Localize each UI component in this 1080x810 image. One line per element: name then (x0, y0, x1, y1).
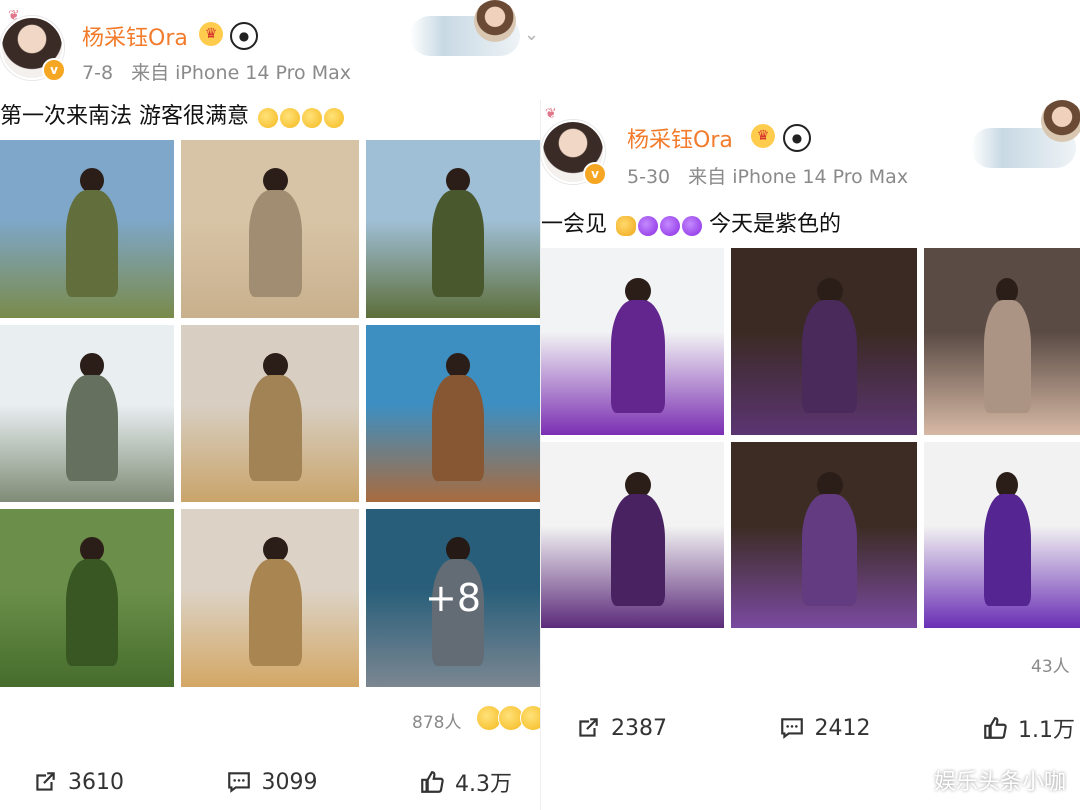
photo-thumbnail[interactable] (366, 325, 540, 502)
photo-thumbnail[interactable] (0, 140, 174, 318)
purple-heart-icon (682, 215, 703, 236)
comment-button[interactable]: 2412 (779, 712, 871, 744)
photo-thumbnail[interactable] (924, 248, 1080, 435)
user-name[interactable]: 杨采钰Ora (82, 20, 188, 52)
person-figure (983, 300, 1031, 413)
user-name[interactable]: 杨采钰Ora (627, 122, 733, 154)
wave-hand-emoji-icon (616, 215, 637, 236)
emoji-group (256, 105, 344, 130)
photo-grid: +8 (0, 140, 540, 687)
post-text-content: 一会见 (541, 212, 608, 237)
post-meta: 5-30 来自 iPhone 14 Pro Max (627, 162, 920, 189)
verified-badge-icon: v (583, 162, 607, 186)
photo-thumbnail[interactable] (541, 442, 724, 628)
person-figure (66, 189, 119, 297)
post-source: 来自 iPhone 14 Pro Max (131, 62, 351, 84)
crown-icon: ♛ (199, 22, 223, 46)
person-figure (432, 189, 485, 297)
comment-count: 3099 (261, 769, 318, 795)
person-figure (432, 374, 485, 481)
smirk-emoji-icon (302, 107, 322, 128)
weibo-post-left: ❦ v 杨采钰Ora ♛ ● 7-8 来自 iPhone 14 Pro Max … (0, 0, 546, 810)
photo-thumbnail[interactable] (731, 248, 917, 435)
photo-thumbnail[interactable] (181, 140, 359, 318)
photo-thumbnail[interactable] (731, 442, 917, 628)
panda-icon: ● (783, 124, 811, 152)
panda-icon: ● (230, 22, 258, 50)
header-portrait-icon (1041, 100, 1080, 142)
verified-badge-icon: v (42, 58, 66, 82)
like-count: 1.1万 (1018, 718, 1075, 743)
post-text-content: 第一次来南法 游客很满意 (0, 104, 249, 129)
person-figure (983, 494, 1031, 606)
post-source: 来自 iPhone 14 Pro Max (688, 166, 909, 188)
watermark: 娱乐头条小咖 (933, 770, 1066, 795)
person-figure (66, 558, 119, 666)
comment-button[interactable]: 3099 (226, 766, 318, 798)
person-figure (610, 300, 666, 413)
post-meta: 7-8 来自 iPhone 14 Pro Max (82, 58, 363, 85)
photo-thumbnail[interactable] (0, 509, 174, 687)
repost-button[interactable]: 3610 (32, 766, 124, 798)
like-count: 4.3万 (455, 772, 512, 797)
photo-grid (541, 248, 1080, 628)
like-button[interactable]: 4.3万 (419, 766, 512, 798)
comment-count: 2412 (814, 715, 871, 741)
photo-thumbnail[interactable] (924, 442, 1080, 628)
weibo-post-right: ❦ v 杨采钰Ora ♛ ● 5-30 来自 iPhone 14 Pro Max… (540, 100, 1080, 810)
photo-thumbnail[interactable] (366, 140, 540, 318)
emoji-group (614, 213, 703, 238)
post-date: 5-30 (627, 166, 671, 188)
person-figure (801, 494, 858, 606)
post-date: 7-8 (82, 62, 114, 84)
share-icon (579, 718, 598, 737)
purple-heart-icon (660, 215, 681, 236)
share-icon (36, 772, 55, 791)
action-bar: 3610 3099 4.3万 (32, 766, 512, 798)
photo-thumbnail[interactable] (0, 325, 174, 502)
more-photos-overlay[interactable]: +8 (366, 509, 540, 687)
photo-thumbnail[interactable] (181, 325, 359, 502)
smirk-emoji-icon (258, 107, 278, 128)
shy-emoji-icon (324, 107, 344, 128)
repost-count: 3610 (68, 769, 124, 795)
photo-thumbnail[interactable]: +8 (366, 509, 540, 687)
post-text-suffix: 今天是紫色的 (709, 212, 842, 237)
purple-heart-icon (638, 215, 659, 236)
header-portrait-icon (474, 0, 516, 42)
person-figure (66, 374, 119, 481)
chevron-down-icon[interactable]: ⌄ (524, 24, 539, 45)
crown-icon: ♛ (751, 124, 775, 148)
repost-button[interactable]: 2387 (575, 712, 667, 744)
like-button[interactable]: 1.1万 (982, 712, 1075, 744)
thumbs-up-icon (984, 717, 1007, 739)
person-figure (248, 558, 303, 666)
person-figure (248, 189, 303, 297)
photo-thumbnail[interactable] (181, 509, 359, 687)
action-bar: 2387 2412 1.1万 (575, 712, 1075, 744)
comment-icon (227, 772, 250, 793)
repost-count: 2387 (611, 715, 667, 741)
person-figure (248, 374, 303, 481)
photo-thumbnail[interactable] (541, 248, 724, 435)
thumbs-up-icon (421, 771, 444, 793)
person-figure (801, 300, 858, 413)
reaction-icons[interactable] (476, 705, 546, 731)
viewer-count: 43人 (1031, 657, 1070, 677)
person-figure (610, 494, 666, 606)
post-text: 一会见 今天是紫色的 (541, 206, 841, 238)
comment-icon (780, 718, 803, 739)
viewer-count: 878人 (412, 713, 462, 733)
smirk-emoji-icon (280, 107, 300, 128)
post-text: 第一次来南法 游客很满意 (0, 98, 344, 130)
